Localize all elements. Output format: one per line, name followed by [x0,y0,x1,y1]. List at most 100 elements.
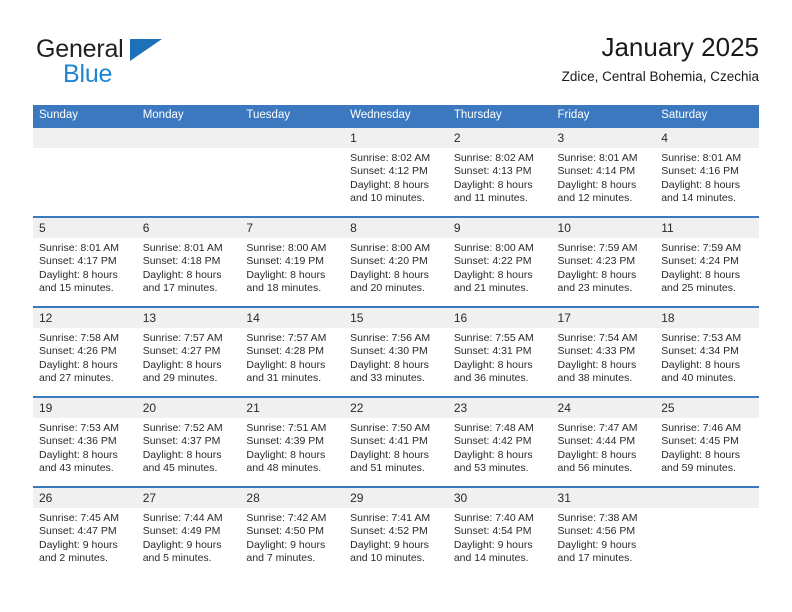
day-cell-29[interactable]: 29 Sunrise: 7:41 AM Sunset: 4:52 PM Dayligh… [344,486,448,577]
day-cell-10[interactable]: 10 Sunrise: 7:59 AM Sunset: 4:23 PM Dayligh… [551,216,656,307]
daylight-minutes-text: and 27 minutes. [39,372,114,385]
sunset-text: Sunset: 4:31 PM [453,345,532,358]
sunrise-text: Sunrise: 7:51 AM [246,422,327,434]
daylight-text: Daylight: 9 hours [453,538,533,551]
daylight-text: Daylight: 8 hours [246,268,326,281]
day-sun-info: Sunrise: 7:47 AM Sunset: 4:44 PM Daylight:… [552,418,656,476]
daylight-minutes-text: and 51 minutes. [350,462,425,475]
day-number: 1 [344,128,448,148]
day-number: 5 [33,218,137,238]
sunrise-text: Sunrise: 8:00 AM [246,242,327,254]
day-cell-18[interactable]: 18 Sunrise: 7:53 AM Sunset: 4:34 PM Dayligh… [655,306,759,397]
day-number: 17 [551,308,656,328]
sunset-text: Sunset: 4:54 PM [453,525,532,538]
day-cell-17[interactable]: 17 Sunrise: 7:54 AM Sunset: 4:33 PM Dayligh… [551,306,656,397]
daylight-minutes-text: and 23 minutes. [557,282,633,295]
weekday-header-friday: Friday [551,105,656,127]
sunset-text: Sunset: 4:41 PM [350,435,428,448]
calendar-week-row: 1 Sunrise: 8:02 AM Sunset: 4:12 PM Daylight… [33,126,759,217]
day-sun-info: Sunrise: 8:00 AM Sunset: 4:19 PM Daylight:… [240,238,344,296]
sunrise-text: Sunrise: 7:53 AM [661,332,742,344]
day-number: 8 [344,218,448,238]
day-cell-22[interactable]: 22 Sunrise: 7:50 AM Sunset: 4:41 PM Dayligh… [344,396,448,487]
sunset-text: Sunset: 4:30 PM [350,345,428,358]
day-cell-2[interactable]: 2 Sunrise: 8:02 AM Sunset: 4:13 PM Daylight… [447,126,552,217]
weekday-header-wednesday: Wednesday [344,105,448,127]
day-cell-15[interactable]: 15 Sunrise: 7:56 AM Sunset: 4:30 PM Dayligh… [344,306,448,397]
daylight-text: Daylight: 9 hours [350,538,429,551]
page-header: General Blue January 2025 Zdice, Central… [33,30,759,98]
day-number: 9 [447,218,552,238]
day-cell-7[interactable]: 7 Sunrise: 8:00 AM Sunset: 4:19 PM Daylight… [240,216,345,307]
day-cell-9[interactable]: 9 Sunrise: 8:00 AM Sunset: 4:22 PM Daylight… [447,216,552,307]
day-cell-11[interactable]: 11 Sunrise: 7:59 AM Sunset: 4:24 PM Dayligh… [655,216,759,307]
sunrise-text: Sunrise: 7:59 AM [661,242,742,254]
daylight-text: Daylight: 9 hours [246,538,326,551]
sunrise-text: Sunrise: 8:01 AM [39,242,119,254]
sunset-text: Sunset: 4:49 PM [142,525,221,538]
day-cell-28[interactable]: 28 Sunrise: 7:42 AM Sunset: 4:50 PM Dayligh… [240,486,345,577]
daylight-minutes-text: and 38 minutes. [557,372,633,385]
day-cell-31[interactable]: 31 Sunrise: 7:38 AM Sunset: 4:56 PM Dayligh… [551,486,656,577]
daylight-minutes-text: and 2 minutes. [39,552,108,565]
day-sun-info: Sunrise: 7:51 AM Sunset: 4:39 PM Daylight:… [240,418,344,476]
daylight-text: Daylight: 8 hours [246,358,326,371]
sunset-text: Sunset: 4:27 PM [142,345,221,358]
sunset-text: Sunset: 4:13 PM [453,165,532,178]
day-number: 11 [655,218,759,238]
sunrise-text: Sunrise: 8:00 AM [453,242,534,254]
day-cell-6[interactable]: 6 Sunrise: 8:01 AM Sunset: 4:18 PM Daylight… [136,216,241,307]
day-cell-16[interactable]: 16 Sunrise: 7:55 AM Sunset: 4:31 PM Dayligh… [447,306,552,397]
day-sun-info: Sunrise: 8:00 AM Sunset: 4:22 PM Daylight:… [448,238,552,296]
day-sun-info: Sunrise: 7:45 AM Sunset: 4:47 PM Daylight:… [33,508,137,566]
daylight-minutes-text: and 14 minutes. [453,552,529,565]
day-cell-23[interactable]: 23 Sunrise: 7:48 AM Sunset: 4:42 PM Dayligh… [447,396,552,487]
daylight-minutes-text: and 17 minutes. [142,282,218,295]
day-sun-info: Sunrise: 7:52 AM Sunset: 4:37 PM Daylight:… [137,418,241,476]
sunset-text: Sunset: 4:37 PM [142,435,221,448]
day-number: 28 [240,488,345,508]
day-cell-14[interactable]: 14 Sunrise: 7:57 AM Sunset: 4:28 PM Dayligh… [240,306,345,397]
day-cell-8[interactable]: 8 Sunrise: 8:00 AM Sunset: 4:20 PM Daylight… [344,216,448,307]
day-cell-4[interactable]: 4 Sunrise: 8:01 AM Sunset: 4:16 PM Daylight… [655,126,759,217]
sunrise-text: Sunrise: 7:42 AM [246,512,327,524]
day-cell-1[interactable]: 1 Sunrise: 8:02 AM Sunset: 4:12 PM Daylight… [344,126,448,217]
day-number: 19 [33,398,137,418]
daylight-minutes-text: and 45 minutes. [142,462,218,475]
day-cell-empty [136,126,241,217]
day-sun-info: Sunrise: 7:59 AM Sunset: 4:23 PM Daylight:… [552,238,656,296]
day-cell-26[interactable]: 26 Sunrise: 7:45 AM Sunset: 4:47 PM Dayligh… [33,486,137,577]
day-cell-20[interactable]: 20 Sunrise: 7:52 AM Sunset: 4:37 PM Dayligh… [136,396,241,487]
day-sun-info: Sunrise: 8:02 AM Sunset: 4:12 PM Daylight:… [344,148,448,206]
day-cell-24[interactable]: 24 Sunrise: 7:47 AM Sunset: 4:44 PM Dayligh… [551,396,656,487]
daylight-minutes-text: and 21 minutes. [453,282,529,295]
weekday-header-monday: Monday [136,105,241,127]
generalblue-logo[interactable]: General Blue [33,34,213,92]
sunrise-sunset-calendar: Sunday Monday Tuesday Wednesday Thursday Frid… [33,105,759,577]
daylight-minutes-text: and 31 minutes. [246,372,322,385]
day-cell-21[interactable]: 21 Sunrise: 7:51 AM Sunset: 4:39 PM Dayligh… [240,396,345,487]
day-cell-19[interactable]: 19 Sunrise: 7:53 AM Sunset: 4:36 PM Dayligh… [33,396,137,487]
day-sun-info: Sunrise: 7:53 AM Sunset: 4:34 PM Daylight:… [655,328,759,386]
day-number: 18 [655,308,759,328]
day-number: 30 [447,488,552,508]
sunset-text: Sunset: 4:33 PM [557,345,636,358]
daylight-text: Daylight: 8 hours [557,178,637,191]
day-sun-info: Sunrise: 7:46 AM Sunset: 4:45 PM Daylight:… [655,418,759,476]
daylight-text: Daylight: 8 hours [246,448,326,461]
sunset-text: Sunset: 4:17 PM [39,255,117,268]
day-cell-13[interactable]: 13 Sunrise: 7:57 AM Sunset: 4:27 PM Dayligh… [136,306,241,397]
page-subtitle: Zdice, Central Bohemia, Czechia [561,69,759,84]
day-cell-25[interactable]: 25 Sunrise: 7:46 AM Sunset: 4:45 PM Dayligh… [655,396,759,487]
day-cell-5[interactable]: 5 Sunrise: 8:01 AM Sunset: 4:17 PM Daylight… [33,216,137,307]
sunrise-text: Sunrise: 7:59 AM [557,242,638,254]
day-cell-30[interactable]: 30 Sunrise: 7:40 AM Sunset: 4:54 PM Dayligh… [447,486,552,577]
day-sun-info: Sunrise: 8:00 AM Sunset: 4:20 PM Daylight:… [344,238,448,296]
day-cell-27[interactable]: 27 Sunrise: 7:44 AM Sunset: 4:49 PM Dayligh… [136,486,241,577]
daylight-minutes-text: and 40 minutes. [661,372,736,385]
calendar-week-row: 12 Sunrise: 7:58 AM Sunset: 4:26 PM Dayligh… [33,306,759,397]
daylight-minutes-text: and 48 minutes. [246,462,322,475]
day-cell-3[interactable]: 3 Sunrise: 8:01 AM Sunset: 4:14 PM Daylight… [551,126,656,217]
sunset-text: Sunset: 4:39 PM [246,435,325,448]
day-cell-12[interactable]: 12 Sunrise: 7:58 AM Sunset: 4:26 PM Dayligh… [33,306,137,397]
